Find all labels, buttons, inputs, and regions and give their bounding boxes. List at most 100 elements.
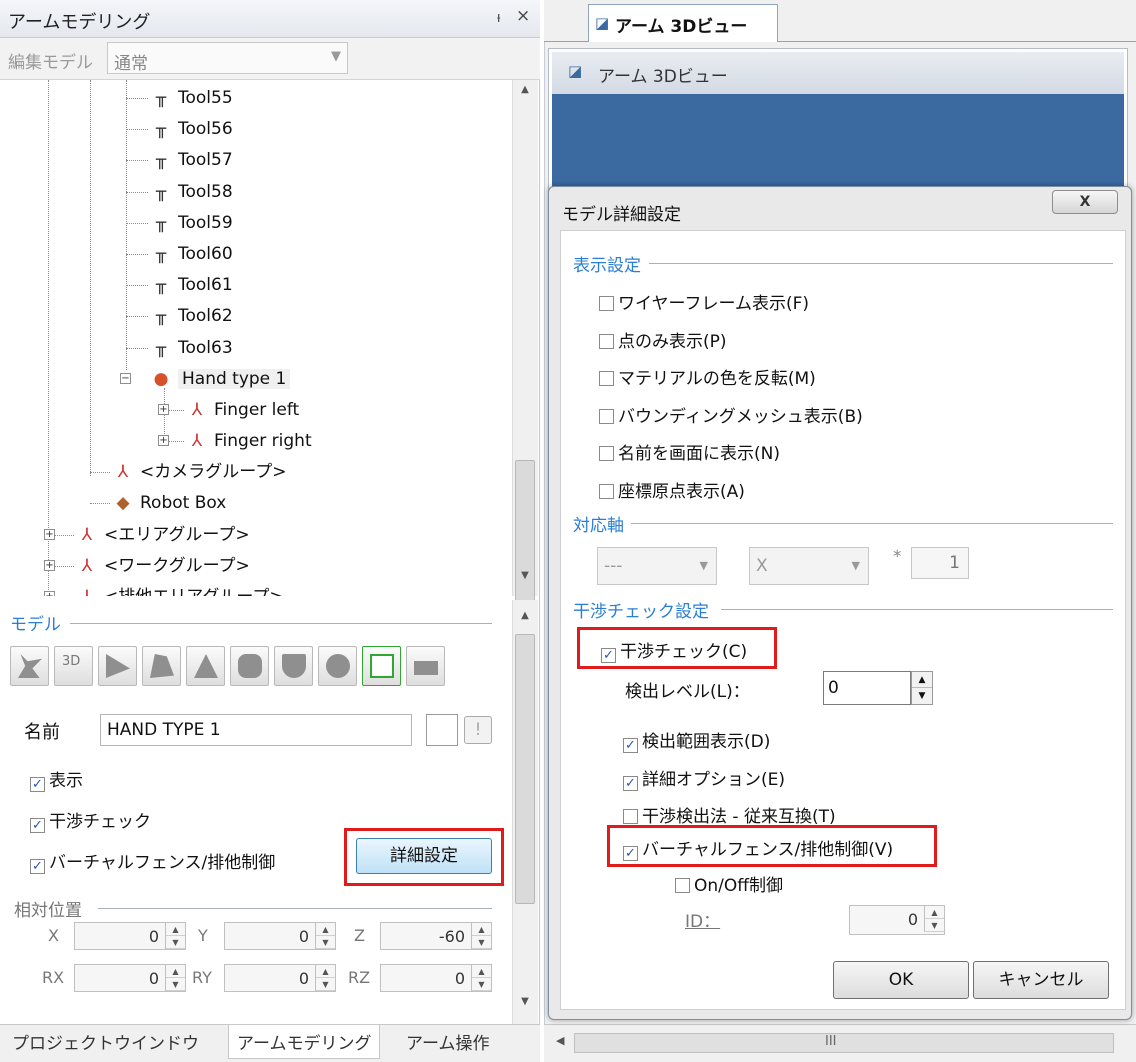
color-swatch[interactable]	[426, 714, 458, 746]
cancel-button[interactable]: キャンセル	[973, 961, 1109, 999]
position-spinner[interactable]: 0 ▲ ▼	[224, 964, 336, 992]
fence-tool-button[interactable]	[406, 646, 445, 686]
position-spinner[interactable]: -60 ▲ ▼	[380, 922, 492, 950]
cylinder-tool-button[interactable]	[230, 646, 269, 686]
spinner-buttons[interactable]: ▲ ▼	[471, 923, 491, 949]
interference-option-checkbox[interactable]: ✓ 検出範囲表示(D)	[623, 727, 770, 753]
tree-node[interactable]: ╥ Tool58	[150, 178, 233, 206]
tab-arm-3d-view[interactable]: ◪ アーム 3Dビュー	[588, 4, 778, 42]
tree-node[interactable]: ╥ Tool62	[150, 302, 233, 330]
spin-down-icon[interactable]: ▼	[472, 978, 491, 991]
tree-node[interactable]: ╥ Tool56	[150, 115, 233, 143]
tree-node[interactable]: ⅄ <ワークグループ>	[76, 552, 250, 580]
tree-node[interactable]: ◆ Robot Box	[112, 489, 226, 517]
scroll-up-icon[interactable]: ▲	[513, 610, 537, 630]
spin-down-icon[interactable]: ▼	[912, 688, 932, 704]
spin-up-icon[interactable]: ▲	[925, 906, 944, 919]
props-scrollbar[interactable]: ▲ ▼	[512, 600, 538, 1024]
horizontal-scrollbar[interactable]: ◀ III	[544, 1024, 1136, 1062]
tree-node[interactable]: ⅄ Finger right	[186, 427, 312, 455]
tree-node[interactable]: ╥ Tool60	[150, 240, 233, 268]
interference-option-checkbox[interactable]: 干渉検出法 - 従来互換(T)	[623, 802, 836, 827]
expand-icon[interactable]: +	[44, 560, 55, 571]
tree-node[interactable]: ╥ Tool59	[150, 209, 233, 237]
spin-up-icon[interactable]: ▲	[472, 965, 491, 978]
tree-node[interactable]: ⅄ Finger left	[186, 396, 299, 424]
spin-up-icon[interactable]: ▲	[912, 672, 932, 688]
tree-node[interactable]: ⅄ <エリアグループ>	[76, 521, 250, 549]
pin-icon[interactable]: ᵼ	[497, 8, 500, 26]
display-option-checkbox[interactable]: 座標原点表示(A)	[599, 477, 745, 502]
position-spinner[interactable]: 0 ▲ ▼	[74, 922, 186, 950]
polygon-tool-button[interactable]	[142, 646, 181, 686]
sphere-tool-button[interactable]	[318, 646, 357, 686]
display-option-checkbox[interactable]: 点のみ表示(P)	[599, 327, 727, 352]
tab-arm-operation[interactable]: アーム操作	[398, 1025, 497, 1059]
spinner-buttons[interactable]: ▲ ▼	[165, 923, 185, 949]
position-spinner[interactable]: 0 ▲ ▼	[224, 922, 336, 950]
scroll-thumb[interactable]: III	[574, 1033, 1114, 1053]
spin-up-icon[interactable]: ▲	[166, 965, 185, 978]
show-checkbox[interactable]: ✓ 表示	[30, 766, 83, 792]
info-button[interactable]: !	[464, 716, 492, 744]
tree-node[interactable]: ╥ Tool63	[150, 334, 233, 362]
spinner-buttons[interactable]: ▲ ▼	[165, 965, 185, 991]
ok-button[interactable]: OK	[833, 961, 969, 999]
spinner-buttons[interactable]: ▲ ▼	[471, 965, 491, 991]
spinner-buttons[interactable]: ▲ ▼	[315, 923, 335, 949]
axis-direction-combo[interactable]: X ▼	[749, 547, 869, 585]
expand-icon[interactable]: +	[44, 591, 55, 596]
spin-up-icon[interactable]: ▲	[472, 923, 491, 936]
display-option-checkbox[interactable]: ワイヤーフレーム表示(F)	[599, 289, 809, 314]
spin-down-icon[interactable]: ▼	[925, 919, 944, 932]
spin-up-icon[interactable]: ▲	[166, 923, 185, 936]
name-input[interactable]: HAND TYPE 1	[100, 714, 412, 746]
spin-down-icon[interactable]: ▼	[316, 978, 335, 991]
scroll-left-icon[interactable]: ◀	[556, 1034, 564, 1047]
detail-settings-button[interactable]: 詳細設定	[356, 838, 492, 874]
model-tree[interactable]: ╥ Tool55 ╥ Tool56 ╥ Tool57 ╥ Tool58 ╥ Tool59 ╥ Tool…	[0, 80, 512, 596]
axis-combo[interactable]: --- ▼	[597, 547, 717, 585]
scroll-down-icon[interactable]: ▼	[513, 996, 537, 1016]
tree-node[interactable]: ⅄ <カメラグループ>	[112, 458, 287, 486]
spin-up-icon[interactable]: ▲	[316, 965, 335, 978]
spin-down-icon[interactable]: ▼	[316, 936, 335, 949]
tree-node[interactable]: ╥ Tool57	[150, 146, 233, 174]
dialog-close-button[interactable]: X	[1052, 190, 1118, 214]
interference-option-checkbox[interactable]: ✓ 詳細オプション(E)	[623, 765, 785, 791]
edit-mode-select[interactable]: 通常 ▼	[107, 42, 348, 74]
tree-node[interactable]: ⅄ <排他エリアグループ>	[76, 583, 284, 596]
expand-icon[interactable]: +	[158, 435, 169, 446]
scroll-thumb[interactable]	[515, 634, 535, 904]
tree-node[interactable]: ╥ Tool55	[150, 84, 233, 112]
robot-tool-button[interactable]	[10, 646, 49, 686]
axis-scale-input[interactable]: 1	[911, 547, 969, 579]
tree-node[interactable]: ● Hand type 1	[150, 365, 291, 393]
spin-down-icon[interactable]: ▼	[166, 978, 185, 991]
expand-icon[interactable]: +	[158, 404, 169, 415]
display-option-checkbox[interactable]: バウンディングメッシュ表示(B)	[599, 402, 863, 427]
tab-project-window[interactable]: プロジェクトウインドウ	[4, 1025, 207, 1059]
interference-check-checkbox[interactable]: ✓ 干渉チェック(C)	[601, 637, 747, 663]
position-spinner[interactable]: 0 ▲ ▼	[380, 964, 492, 992]
3d-view-tool-button[interactable]: 3D	[54, 646, 93, 686]
collapse-icon[interactable]: −	[120, 373, 131, 384]
onoff-control-checkbox[interactable]: On/Off制御	[675, 871, 783, 896]
mesh-tool-button[interactable]	[362, 646, 401, 686]
interference-checkbox[interactable]: ✓ 干渉チェック	[30, 807, 151, 833]
shield-shape-tool-button[interactable]	[274, 646, 313, 686]
tree-node[interactable]: ╥ Tool61	[150, 271, 233, 299]
cone-tool-button[interactable]	[186, 646, 225, 686]
spinner-buttons[interactable]: ▲ ▼	[315, 965, 335, 991]
tab-arm-modeling[interactable]: アームモデリング	[228, 1025, 381, 1059]
scroll-down-icon[interactable]: ▼	[513, 570, 537, 590]
virtual-fence-checkbox[interactable]: ✓ バーチャルフェンス/排他制御(V)	[623, 835, 893, 861]
scroll-up-icon[interactable]: ▲	[513, 84, 537, 104]
spin-down-icon[interactable]: ▼	[472, 936, 491, 949]
spin-up-icon[interactable]: ▲	[316, 923, 335, 936]
tree-scrollbar[interactable]: ▲ ▼	[512, 80, 538, 626]
close-icon[interactable]: ×	[516, 6, 530, 26]
id-spinner[interactable]: 0 ▲ ▼	[849, 905, 945, 935]
expand-icon[interactable]: +	[44, 529, 55, 540]
virtual-fence-checkbox[interactable]: ✓ バーチャルフェンス/排他制御	[30, 848, 275, 874]
